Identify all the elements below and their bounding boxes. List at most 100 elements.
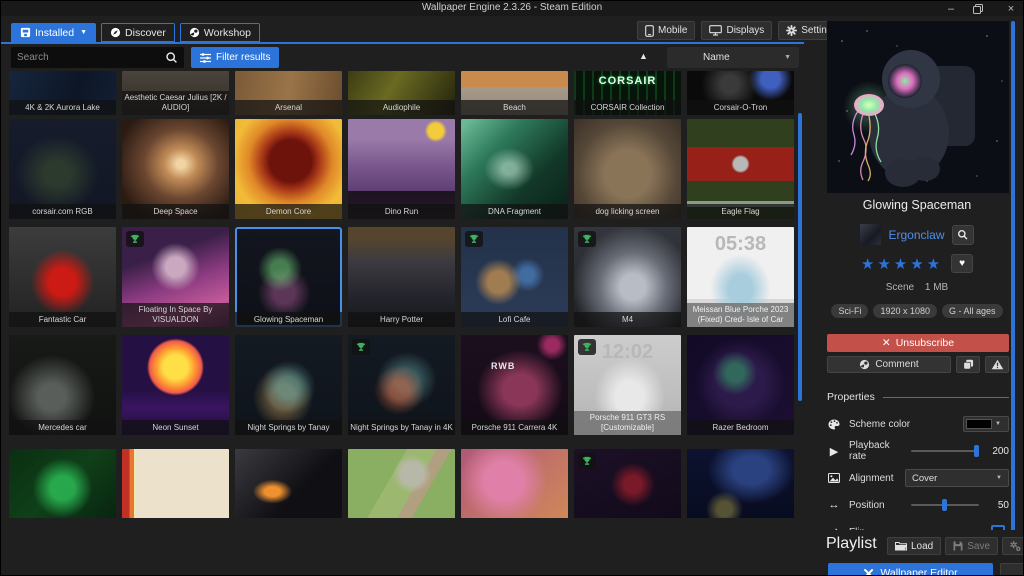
wallpaper-tile[interactable]	[9, 449, 116, 518]
tile-label: 4K & 2K Aurora Lake	[9, 100, 116, 115]
tile-label: Night Springs by Tanay	[235, 420, 342, 435]
comment-button[interactable]: Comment	[827, 356, 951, 373]
copy-button[interactable]	[956, 356, 980, 373]
wallpaper-tile[interactable]: Neon Sunset	[122, 335, 229, 435]
wallpaper-tile[interactable]: 12:02Porsche 911 GT3 RS [Customizable]	[574, 335, 681, 435]
alignment-row: Alignment Cover ▼	[827, 468, 1009, 488]
palette-icon	[827, 419, 841, 430]
wallpaper-tile[interactable]	[461, 449, 568, 518]
wallpaper-tile[interactable]: Mercedes car	[9, 335, 116, 435]
grid-scrollbar[interactable]	[798, 113, 802, 401]
author-link[interactable]: Ergonclaw	[888, 228, 944, 242]
unsubscribe-button[interactable]: ✕ Unsubscribe	[827, 334, 1009, 352]
trophy-icon	[582, 234, 592, 244]
wallpaper-tile[interactable]: DNA Fragment	[461, 119, 568, 219]
displays-button[interactable]: Displays	[701, 21, 772, 40]
playback-rate-slider[interactable]	[911, 444, 979, 458]
scheme-color-picker[interactable]: ▼	[963, 416, 1009, 432]
detail-sidebar: Glowing Spaceman Ergonclaw ★★★★★ ♥ Scene…	[817, 16, 1024, 576]
favorite-button[interactable]: ♥	[951, 254, 973, 273]
wallpaper-tile[interactable]: Lofi Cafe	[461, 227, 568, 327]
tools-icon	[863, 568, 874, 576]
wallpaper-editor-button[interactable]: Wallpaper Editor	[828, 563, 993, 576]
wallpaper-tile[interactable]: Night Springs by Tanay	[235, 335, 342, 435]
wallpaper-tile[interactable]	[348, 449, 455, 518]
tag-badge: G - All ages	[942, 304, 1003, 318]
tile-label: Harry Potter	[348, 312, 455, 327]
tab-discover[interactable]: Discover	[101, 23, 175, 42]
sidebar-scrollbar[interactable]	[1011, 21, 1015, 536]
tile-label: DNA Fragment	[461, 204, 568, 219]
wallpaper-tile[interactable]: 4K & 2K Aurora Lake	[9, 71, 116, 115]
wallpaper-tile[interactable]: dog licking screen	[574, 119, 681, 219]
wallpaper-tile[interactable]: 05:38Meissan Blue Porche 2023 (Fixed) Cr…	[687, 227, 794, 327]
tile-label: Beach	[461, 100, 568, 115]
minimize-button[interactable]: –	[943, 3, 959, 15]
wallpaper-tile[interactable]: Deep Space	[122, 119, 229, 219]
playlist-load-button[interactable]: Load	[887, 537, 941, 555]
tile-label: Mercedes car	[9, 420, 116, 435]
copy-icon	[963, 359, 974, 370]
steam-icon	[859, 359, 870, 370]
wallpaper-tile[interactable]: Razer Bedroom	[687, 335, 794, 435]
wallpaper-tile[interactable]: Aesthetic Caesar Julius [2K / AUDIO]	[122, 71, 229, 115]
warning-icon	[991, 359, 1004, 370]
wallpaper-tile[interactable]	[574, 449, 681, 518]
wallpaper-tile[interactable]: M4	[574, 227, 681, 327]
rating-stars[interactable]: ★★★★★	[861, 255, 943, 273]
wallpaper-tile[interactable]: Fantastic Car	[9, 227, 116, 327]
report-button[interactable]	[985, 356, 1009, 373]
close-button[interactable]: ×	[1003, 3, 1019, 15]
grid-row: corsair.com RGB Deep SpaceDemon CoreDino …	[9, 119, 794, 219]
horizontal-arrows-icon: ↔	[827, 499, 841, 511]
wallpaper-tile[interactable]: RWBPorsche 911 Carrera 4K	[461, 335, 568, 435]
alignment-value: Cover	[912, 473, 996, 484]
wallpaper-tile[interactable]: Beach	[461, 71, 568, 115]
filter-results-label: Filter results	[216, 52, 270, 63]
tab-workshop[interactable]: Workshop	[180, 23, 260, 42]
comment-label: Comment	[875, 359, 918, 370]
wallpaper-tile[interactable]: Eagle Flag	[687, 119, 794, 219]
sort-select[interactable]: Name ▼	[667, 47, 799, 68]
wallpaper-tile[interactable]: corsair.com RGB	[9, 119, 116, 219]
trophy-icon	[469, 234, 479, 244]
tile-label: corsair.com RGB	[9, 204, 116, 219]
restore-icon	[973, 4, 983, 14]
wallpaper-tile[interactable]: Floating In Space By VISUALDON	[122, 227, 229, 327]
tab-installed[interactable]: Installed ▼	[11, 23, 96, 42]
wallpaper-tile[interactable]: Dino Run	[348, 119, 455, 219]
playlist-save-button[interactable]: Save	[945, 537, 998, 555]
search-input[interactable]: Search	[11, 47, 184, 68]
wallpaper-title: Glowing Spaceman	[817, 198, 1017, 212]
search-author-button[interactable]	[952, 225, 974, 245]
sort-ascending-button[interactable]: ▲	[639, 51, 648, 61]
tag-badge: 1920 x 1080	[873, 304, 937, 318]
wallpaper-tile[interactable]: Arsenal	[235, 71, 342, 115]
wallpaper-tile[interactable]: Demon Core	[235, 119, 342, 219]
trophy-badge	[465, 231, 483, 247]
playlist-configure-button[interactable]: Configure	[1002, 537, 1024, 555]
tile-label: Porsche 911 Carrera 4K	[461, 420, 568, 435]
wallpaper-tile[interactable]: Glowing Spaceman	[235, 227, 342, 327]
tile-label: Audiophile	[348, 100, 455, 115]
position-slider[interactable]	[911, 498, 979, 512]
wallpaper-tile[interactable]: CORSAIRCORSAIR Collection	[574, 71, 681, 115]
tab-bar: Installed ▼ Discover Workshop	[11, 23, 260, 42]
wallpaper-tile[interactable]: Corsair-O-Tron	[687, 71, 794, 115]
restore-button[interactable]	[973, 4, 989, 14]
properties-divider	[883, 397, 1009, 398]
alignment-select[interactable]: Cover ▼	[905, 469, 1009, 487]
mobile-button[interactable]: Mobile	[637, 21, 695, 40]
wallpaper-tile[interactable]	[122, 449, 229, 518]
tab-workshop-label: Workshop	[204, 27, 251, 39]
filter-results-button[interactable]: Filter results	[191, 47, 279, 68]
wallpaper-tile[interactable]: Audiophile	[348, 71, 455, 115]
wallpaper-tile[interactable]: Harry Potter	[348, 227, 455, 327]
phone-icon	[645, 25, 654, 37]
open-wallpaper-button[interactable]: Open Wallpaper	[1000, 563, 1024, 576]
wallpaper-tile[interactable]: Night Springs by Tanay in 4K	[348, 335, 455, 435]
wallpaper-tile[interactable]	[687, 449, 794, 518]
wallpaper-tile[interactable]	[235, 449, 342, 518]
glowing-spaceman-art	[827, 21, 1009, 193]
close-icon: ✕	[882, 337, 891, 349]
